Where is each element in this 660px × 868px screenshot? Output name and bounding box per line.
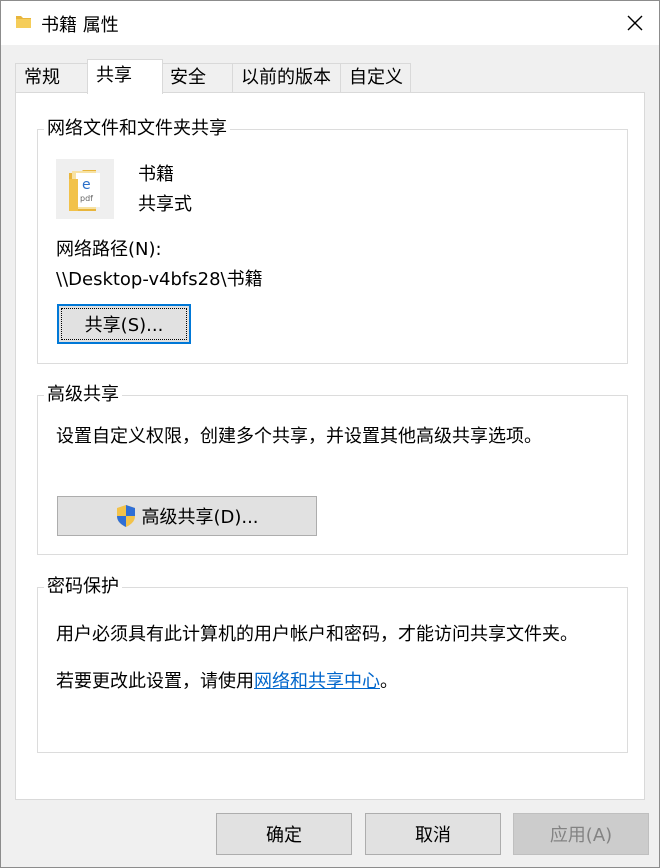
folder-icon [16, 16, 31, 28]
advanced-share-button[interactable]: 高级共享(D)... [57, 496, 317, 536]
cancel-button[interactable]: 取消 [365, 813, 501, 855]
apply-button[interactable]: 应用(A) [513, 813, 649, 855]
tab-sharing[interactable]: 共享 [87, 59, 163, 94]
network-share-group: 网络文件和文件夹共享 e pdf 书籍 共享式 网络路径(N): \\Deskt… [37, 118, 628, 364]
tab-previous-versions[interactable]: 以前的版本 [232, 63, 341, 92]
folder-name: 书籍 [138, 164, 174, 185]
advanced-share-description: 设置自定义权限，创建多个共享，并设置其他高级共享选项。 [56, 426, 542, 447]
ok-button-label: 确定 [266, 825, 302, 846]
password-protection-group: 密码保护 用户必须具有此计算机的用户帐户和密码，才能访问共享文件夹。 若要更改此… [37, 576, 628, 753]
change-setting-prefix: 若要更改此设置，请使用 [56, 671, 254, 692]
share-button-label: 共享(S)... [84, 315, 164, 336]
tab-label: 自定义 [349, 67, 403, 88]
close-button[interactable] [611, 1, 659, 45]
network-path-label: 网络路径(N): [56, 239, 162, 260]
tab-label: 以前的版本 [241, 67, 331, 88]
apply-button-label: 应用(A) [549, 825, 613, 846]
cancel-button-label: 取消 [415, 825, 451, 846]
tab-general[interactable]: 常规 [15, 63, 88, 92]
properties-dialog: 书籍 属性 常规 共享 安全 以前的版本 自定义 网络文件和文件夹共享 e pd… [0, 0, 660, 868]
uac-shield-icon [117, 505, 136, 527]
tab-security[interactable]: 安全 [161, 63, 233, 92]
network-share-legend: 网络文件和文件夹共享 [44, 118, 230, 140]
advanced-share-group: 高级共享 设置自定义权限，创建多个共享，并设置其他高级共享选项。 高级共享(D)… [37, 384, 628, 555]
network-sharing-center-link[interactable]: 网络和共享中心 [254, 671, 380, 692]
tab-label: 共享 [96, 65, 132, 86]
change-setting-suffix: 。 [380, 671, 398, 692]
sharing-panel: 网络文件和文件夹共享 e pdf 书籍 共享式 网络路径(N): \\Deskt… [15, 92, 645, 800]
change-setting-text: 若要更改此设置，请使用网络和共享中心。 [56, 667, 398, 693]
tab-label: 常规 [24, 67, 60, 88]
close-icon [627, 15, 643, 31]
tab-customize[interactable]: 自定义 [340, 63, 411, 92]
share-button[interactable]: 共享(S)... [57, 304, 191, 344]
ok-button[interactable]: 确定 [216, 813, 352, 855]
password-protection-description: 用户必须具有此计算机的用户帐户和密码，才能访问共享文件夹。 [56, 624, 578, 645]
window-title: 书籍 属性 [41, 15, 119, 36]
title-bar: 书籍 属性 [1, 1, 659, 45]
advanced-share-legend: 高级共享 [44, 384, 122, 406]
advanced-share-button-label: 高级共享(D)... [141, 507, 259, 528]
svg-text:pdf: pdf [80, 194, 93, 203]
svg-text:e: e [82, 177, 91, 193]
password-protection-legend: 密码保护 [44, 576, 122, 598]
tab-label: 安全 [170, 67, 206, 88]
network-path-value: \\Desktop-v4bfs28\书籍 [56, 269, 263, 290]
share-status: 共享式 [138, 194, 192, 215]
shared-folder-icon: e pdf [56, 159, 114, 219]
